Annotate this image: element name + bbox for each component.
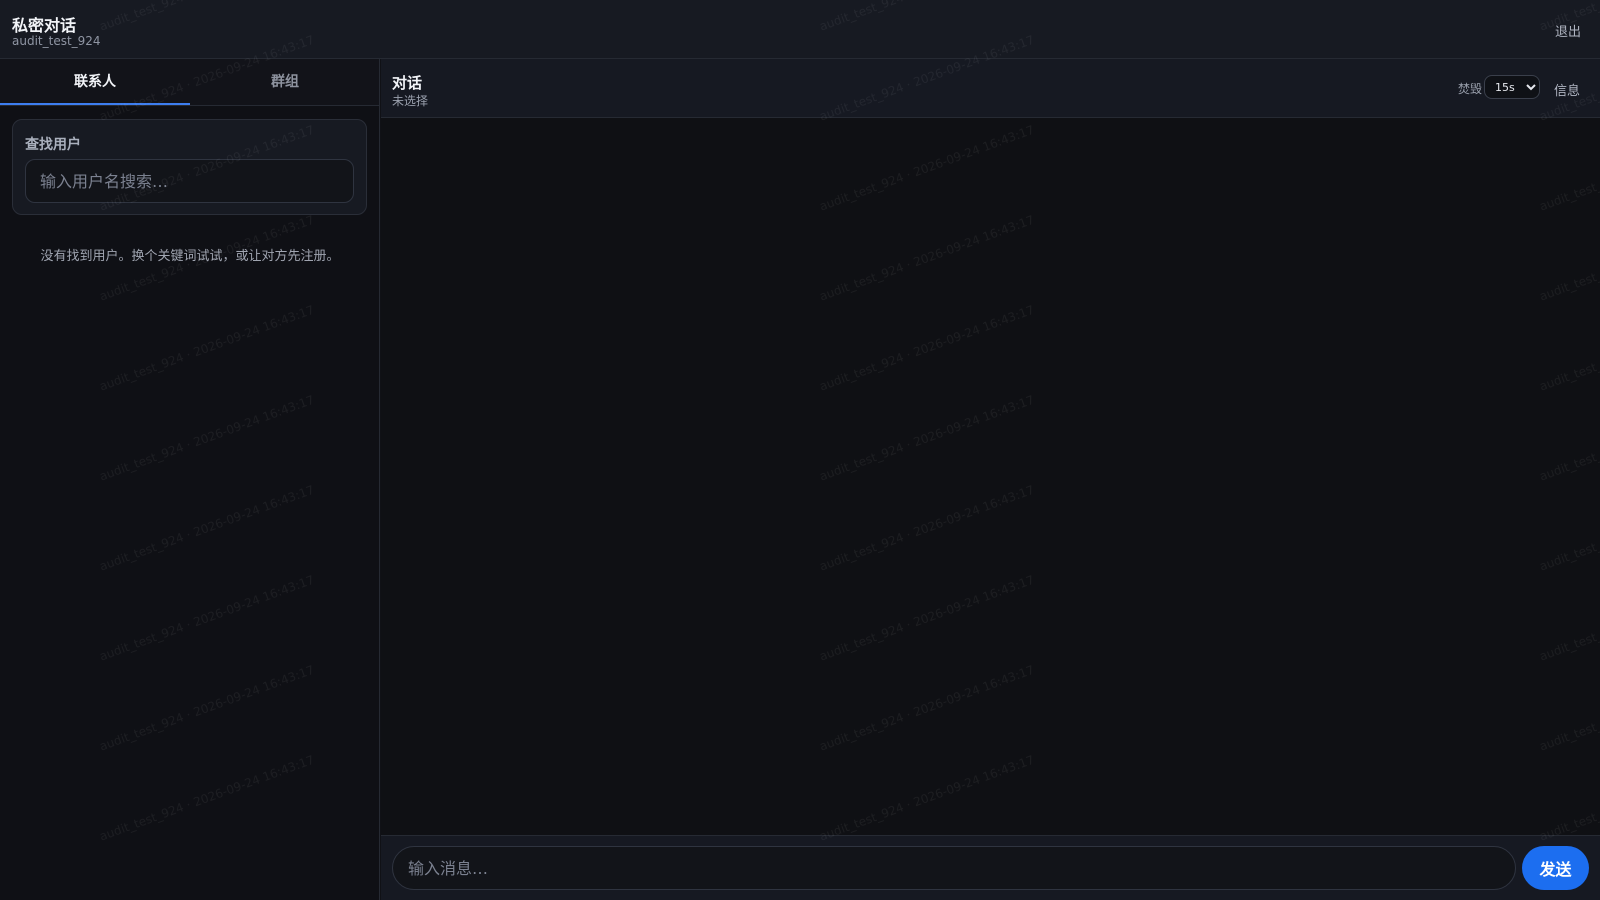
chat-panel: 对话 未选择 焚毁 15s 信息 发送 xyxy=(381,59,1600,900)
chat-subtitle: 未选择 xyxy=(392,94,429,108)
active-tab-indicator xyxy=(0,103,190,105)
message-input[interactable] xyxy=(392,846,1516,890)
search-label: 查找用户 xyxy=(25,137,81,153)
send-button[interactable]: 发送 xyxy=(1522,846,1589,890)
chat-header: 对话 未选择 焚毁 15s 信息 xyxy=(381,59,1600,118)
user-search-card: 查找用户 xyxy=(12,119,367,215)
tab-contacts[interactable]: 联系人 xyxy=(0,59,190,105)
logout-button[interactable]: 退出 xyxy=(1555,21,1581,40)
user-search-input[interactable] xyxy=(25,159,354,203)
info-button[interactable]: 信息 xyxy=(1554,80,1580,99)
burn-timer-label: 焚毁 xyxy=(1457,82,1482,96)
tab-groups[interactable]: 群组 xyxy=(190,59,380,105)
chat-title: 对话 xyxy=(392,74,423,92)
message-list xyxy=(381,118,1600,835)
no-users-message: 没有找到用户。换个关键词试试，或让对方先注册。 xyxy=(40,249,340,264)
sidebar-tabs: 联系人 群组 xyxy=(0,59,379,106)
burn-timer-select[interactable]: 15s xyxy=(1484,75,1540,99)
current-username: audit_test_924 xyxy=(12,34,101,48)
message-composer: 发送 xyxy=(381,835,1600,900)
app-title: 私密对话 xyxy=(12,16,77,35)
app-root: 私密对话 audit_test_924 退出 联系人 群组 查找用户 没有找到用… xyxy=(0,0,1600,900)
top-bar: 私密对话 audit_test_924 退出 xyxy=(0,0,1600,59)
sidebar: 联系人 群组 查找用户 没有找到用户。换个关键词试试，或让对方先注册。 xyxy=(0,59,380,900)
